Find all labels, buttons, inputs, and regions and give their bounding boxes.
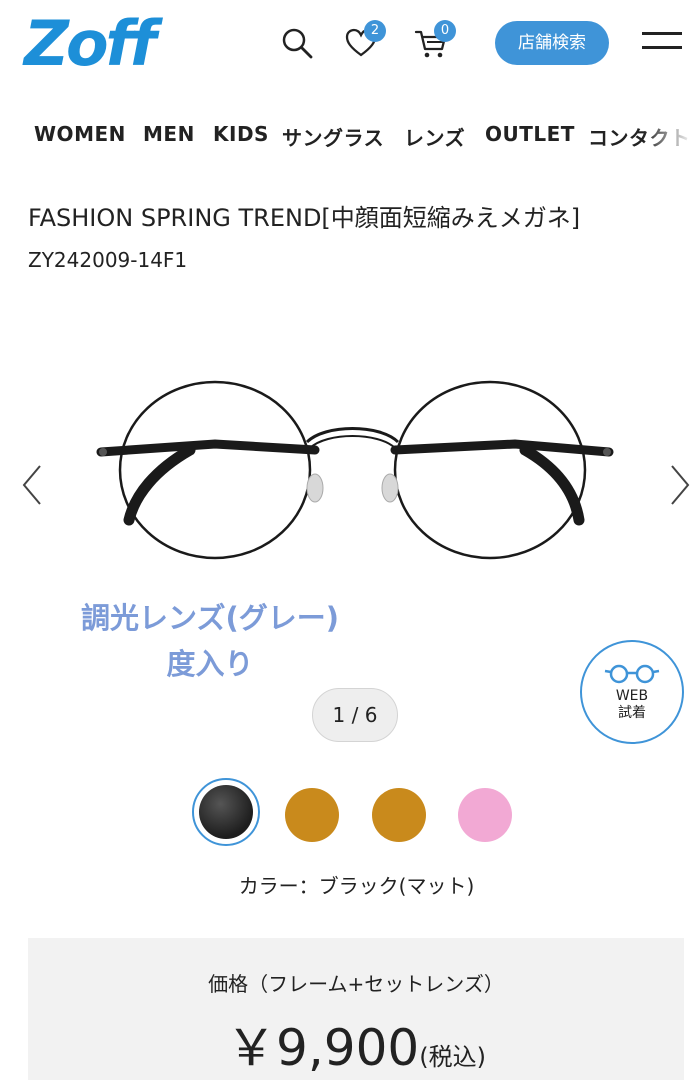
chevron-right-icon (671, 465, 690, 505)
web-try-label-line2: 試着 (618, 705, 646, 721)
web-try-label-line1: WEB (615, 688, 649, 704)
swatch-black[interactable] (199, 785, 253, 839)
swatch-brown-1[interactable] (285, 788, 339, 842)
eyeglasses-product-image (96, 380, 614, 560)
nav-item-men[interactable]: MEN (143, 122, 195, 146)
swatch-pink[interactable] (458, 788, 512, 842)
search-icon[interactable] (276, 22, 318, 64)
product-code: ZY242009-14F1 (28, 248, 188, 272)
image-counter: 1 / 6 (312, 688, 398, 742)
favorites-button[interactable]: 2 (340, 20, 386, 64)
price-title: 価格（フレーム+セットレンズ） (208, 972, 504, 996)
price-panel: 価格（フレーム+セットレンズ） ￥9,900(税込) (28, 938, 684, 1080)
category-nav: WOMEN MEN KIDS サングラス レンズ OUTLET コンタクト (0, 110, 693, 164)
lens-caption-line2: 度入り (166, 647, 254, 681)
glasses-icon (604, 664, 660, 684)
hamburger-menu-icon[interactable] (642, 32, 684, 54)
product-title: FASHION SPRING TREND[中顔面短縮みえメガネ] (28, 204, 581, 232)
lens-option-caption: 調光レンズ(グレー) 度入り (40, 595, 380, 687)
carousel-prev-button[interactable] (18, 460, 48, 510)
carousel-next-button[interactable] (664, 460, 693, 510)
nav-item-sunglasses[interactable]: サングラス (282, 122, 384, 151)
color-swatches (0, 778, 693, 848)
zoff-logo[interactable]: Zoff (24, 4, 156, 84)
nav-fade (643, 110, 693, 164)
price-tax-note: (税込) (419, 1043, 486, 1071)
store-search-button[interactable]: 店舗検索 (495, 21, 609, 65)
cart-count-badge: 0 (434, 20, 456, 42)
selected-color-label: カラー：ブラック(マット) (238, 874, 475, 898)
swatch-brown-2[interactable] (372, 788, 426, 842)
nav-item-kids[interactable]: KIDS (213, 122, 269, 146)
price-amount: ￥9,900 (226, 1019, 420, 1077)
favorites-count-badge: 2 (364, 20, 386, 42)
web-try-on-button[interactable]: WEB 試着 (580, 640, 684, 744)
site-header: Zoff 2 0 店舗検索 (0, 0, 693, 92)
product-image-carousel[interactable]: 調光レンズ(グレー) 度入り 1 / 6 WEB 試着 (0, 300, 693, 760)
nav-item-lens[interactable]: レンズ (404, 122, 465, 151)
chevron-left-icon (22, 465, 41, 505)
nav-item-women[interactable]: WOMEN (34, 122, 126, 146)
price-value: ￥9,900(税込) (28, 1008, 684, 1080)
nav-item-outlet[interactable]: OUTLET (485, 122, 575, 146)
lens-caption-line1: 調光レンズ(グレー) (81, 601, 339, 635)
cart-button[interactable]: 0 (410, 20, 456, 64)
